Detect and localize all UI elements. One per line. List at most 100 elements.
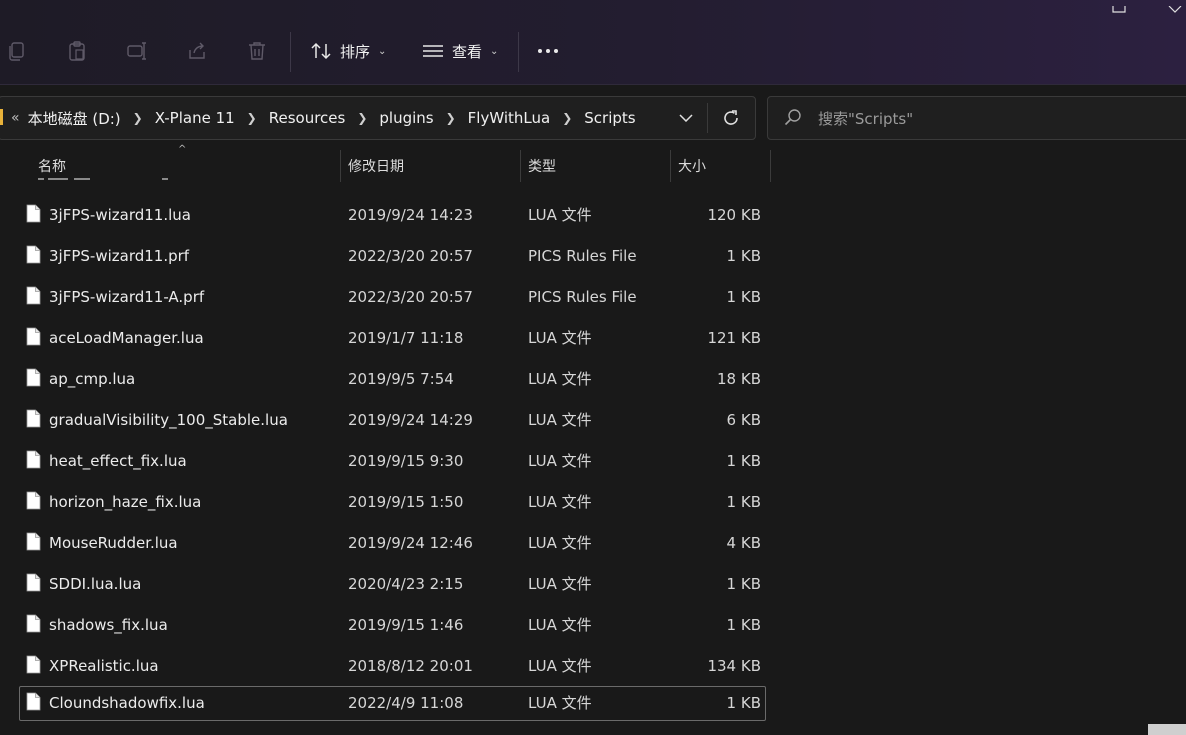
file-name[interactable]: MouseRudder.lua [49,522,178,563]
breadcrumb-item[interactable]: FlyWithLua [468,109,551,127]
maximize-button[interactable] [1112,0,1126,13]
file-icon [26,614,41,633]
refresh-icon [724,110,738,125]
file-modified-date: 2019/9/15 1:50 [348,492,464,511]
search-input[interactable] [816,105,1180,133]
chevron-right-icon[interactable]: ❯ [357,111,367,125]
file-name[interactable]: heat_effect_fix.lua [49,440,187,481]
breadcrumb: « 本地磁盘 (D:) ❯ X-Plane 11 ❯ Resources ❯ p… [11,97,636,139]
file-row[interactable]: horizon_haze_fix.lua 2019/9/15 1:50 LUA 文件… [0,481,780,522]
file-modified-date: 2022/3/20 20:57 [348,287,473,306]
file-size: 121 KB [707,328,761,347]
file-name[interactable]: gradualVisibility_100_Stable.lua [49,399,288,440]
column-date[interactable]: 修改日期 [348,148,404,184]
file-name[interactable]: XPRealistic.lua [49,645,159,686]
file-row[interactable]: SDDI.lua.lua 2020/4/23 2:15 LUA 文件 1 KB [0,563,780,604]
chevron-down-icon [679,114,693,122]
file-size: 134 KB [707,656,761,675]
file-name[interactable]: aceLoadManager.lua [49,317,204,358]
column-divider[interactable] [340,150,341,182]
file-icon [26,368,41,387]
paste-icon[interactable] [64,38,90,64]
more-icon[interactable] [538,38,558,64]
column-divider[interactable] [770,150,771,182]
file-row[interactable]: 3jFPS-wizard11.prf 2022/3/20 20:57 PICS Ru… [0,235,780,276]
file-type: LUA 文件 [528,370,592,388]
file-name[interactable]: Cloundshadowfix.lua [49,682,205,723]
chevron-down-icon: ⌄ [378,45,387,57]
file-row[interactable]: 3jFPS-wizard11-A.prf 2022/3/20 20:57 PICS … [0,276,780,317]
file-icon [26,286,41,305]
file-type: PICS Rules File [528,287,637,306]
file-row[interactable]: aceLoadManager.lua 2019/1/7 11:18 LUA 文件 12… [0,317,780,358]
file-name[interactable]: ap_cmp.lua [49,358,135,399]
file-name[interactable]: horizon_haze_fix.lua [49,481,201,522]
file-name[interactable]: 3jFPS-wizard11.lua [49,194,191,235]
refresh-button[interactable] [719,106,743,130]
file-type: LUA 文件 [528,329,592,347]
file-modified-date: 2019/9/15 1:46 [348,615,464,634]
chevron-right-icon[interactable]: ❯ [446,111,456,125]
file-name[interactable]: 3jFPS-wizard11.prf [49,235,189,276]
file-row[interactable]: 3jFPS-wizard11.lua 2019/9/24 14:23 LUA 文件 1… [0,194,780,235]
delete-icon[interactable] [244,38,270,64]
toolbar-divider [290,32,291,72]
toolbar-divider [518,32,519,72]
file-type: LUA 文件 [528,534,592,552]
chevron-double-left-icon[interactable]: « [11,110,20,126]
file-row[interactable]: shadows_fix.lua 2019/9/15 1:46 LUA 文件 1 KB [0,604,780,645]
close-window-button[interactable] [1168,0,1182,13]
file-icon [26,692,41,711]
file-row[interactable]: XPRealistic.lua 2018/8/12 20:01 LUA 文件 134 … [0,645,780,686]
file-name[interactable]: shadows_fix.lua [49,604,168,645]
file-icon [26,204,41,223]
file-row[interactable]: gradualVisibility_100_Stable.lua 2019/9/2… [0,399,780,440]
scrolled-row-fragment [38,174,178,184]
file-size: 120 KB [707,205,761,224]
file-size: 1 KB [726,574,761,593]
breadcrumb-item[interactable]: Scripts [584,109,635,127]
file-size: 4 KB [726,533,761,552]
share-icon[interactable] [184,38,210,64]
file-name[interactable]: SDDI.lua.lua [49,563,141,604]
file-modified-date: 2019/1/7 11:18 [348,328,464,347]
sort-label: 排序 [340,42,371,61]
file-modified-date: 2019/9/5 7:54 [348,369,454,388]
file-row[interactable]: ap_cmp.lua 2019/9/5 7:54 LUA 文件 18 KB [0,358,780,399]
file-row[interactable]: MouseRudder.lua 2019/9/24 12:46 LUA 文件 4 KB [0,522,780,563]
file-name[interactable]: 3jFPS-wizard11-A.prf [49,276,204,317]
file-type: LUA 文件 [528,694,592,712]
file-size: 1 KB [726,451,761,470]
file-size: 1 KB [726,492,761,511]
chevron-right-icon[interactable]: ❯ [562,111,572,125]
copy-icon[interactable] [4,38,30,64]
address-history-dropdown[interactable] [675,107,697,129]
breadcrumb-item[interactable]: Resources [269,109,346,127]
chevron-right-icon[interactable]: ❯ [133,111,143,125]
taskbar-corner [1148,724,1186,735]
column-divider[interactable] [670,150,671,182]
file-icon [26,655,41,674]
search-box[interactable] [767,96,1186,140]
breadcrumb-item[interactable]: plugins [379,109,433,127]
view-icon [423,45,443,57]
address-bar[interactable]: « 本地磁盘 (D:) ❯ X-Plane 11 ❯ Resources ❯ p… [0,96,756,140]
column-divider[interactable] [520,150,521,182]
breadcrumb-item[interactable]: 本地磁盘 (D:) [28,108,121,129]
column-size[interactable]: 大小 [678,148,706,184]
file-type: LUA 文件 [528,452,592,470]
file-type: LUA 文件 [528,616,592,634]
chevron-right-icon[interactable]: ❯ [247,111,257,125]
file-row[interactable]: heat_effect_fix.lua 2019/9/15 9:30 LUA 文件 1… [0,440,780,481]
rename-icon[interactable] [124,38,150,64]
sort-button[interactable]: 排序 ⌄ [310,38,386,64]
file-icon [26,573,41,592]
column-type[interactable]: 类型 [528,148,556,184]
file-modified-date: 2022/3/20 20:57 [348,246,473,265]
view-button[interactable]: 查看 ⌄ [422,38,498,64]
file-type: LUA 文件 [528,206,592,224]
file-modified-date: 2020/4/23 2:15 [348,574,464,593]
breadcrumb-item[interactable]: X-Plane 11 [155,109,235,127]
file-row[interactable]: Cloundshadowfix.lua 2022/4/9 11:08 LUA 文件 1… [0,686,780,727]
file-type: LUA 文件 [528,493,592,511]
